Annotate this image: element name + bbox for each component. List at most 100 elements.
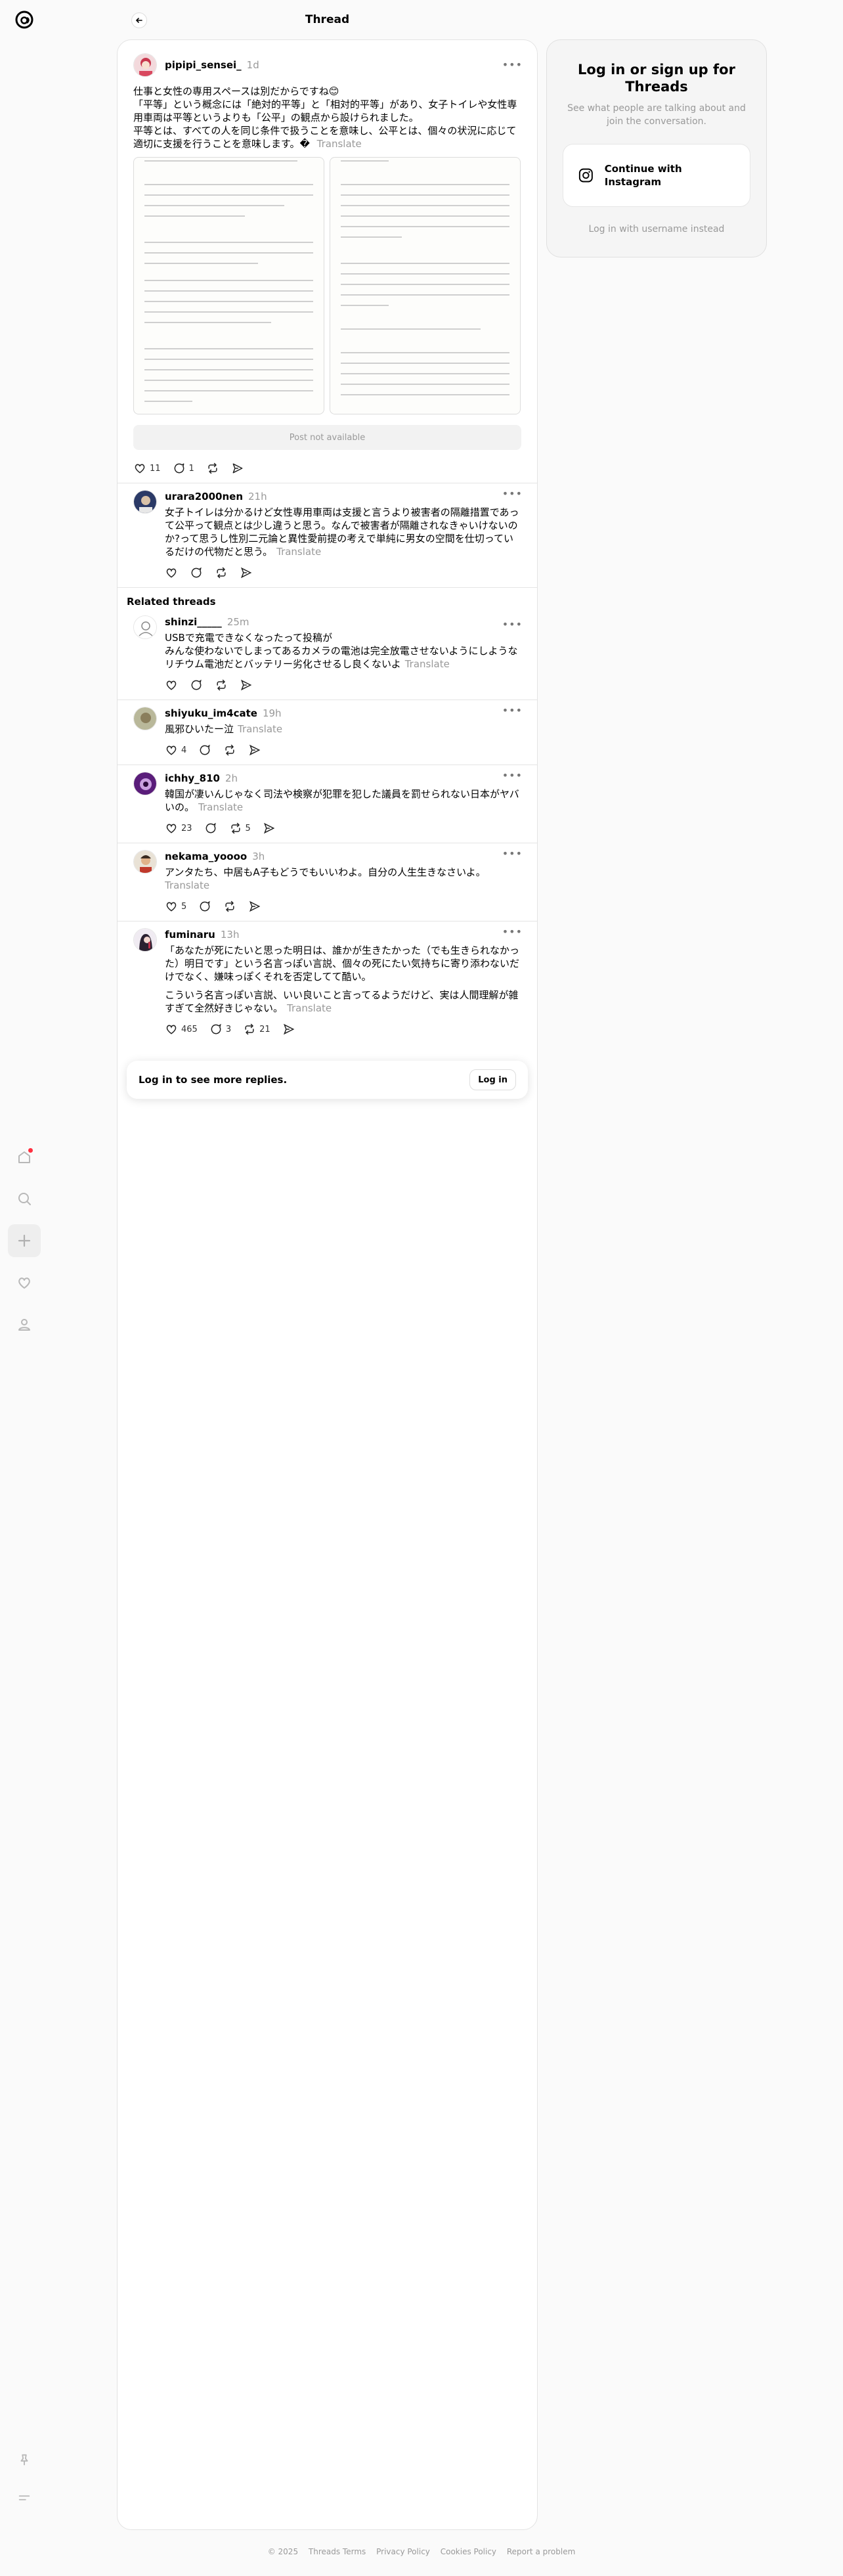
repost-button[interactable] (215, 678, 228, 692)
post-text-line: 「あなたが死にたいと思った明日は、誰かが生きたかった（でも生きられなかっ (165, 944, 520, 956)
heart-icon (166, 824, 177, 833)
reply-button[interactable]: 1 (173, 462, 194, 475)
reply-button[interactable] (204, 822, 217, 835)
translate-link[interactable]: Translate (238, 723, 282, 735)
nav-profile[interactable] (8, 1308, 41, 1341)
more-icon[interactable]: ••• (502, 58, 523, 71)
repost-button[interactable]: 5 (229, 822, 251, 835)
repost-button[interactable] (223, 900, 236, 913)
post-username[interactable]: pipipi_sensei_ (165, 59, 242, 71)
login-panel-title: Log in or sign up for Threads (578, 62, 735, 95)
post-username[interactable]: nekama_yoooo (165, 851, 247, 862)
repost-icon (217, 567, 226, 579)
post-time[interactable]: 2h (225, 772, 238, 784)
post-time[interactable]: 3h (252, 851, 265, 862)
login-button[interactable]: Log in (469, 1069, 516, 1090)
post-text-line: か?って思うし性別二元論と異性愛前提の考えで単純に男女の空間を仕切ってい (165, 533, 514, 544)
nav-pinned[interactable] (8, 2443, 41, 2476)
nav-search[interactable] (8, 1182, 41, 1215)
repost-button[interactable] (215, 566, 228, 579)
reply-button[interactable] (190, 678, 203, 692)
like-button[interactable] (165, 566, 178, 579)
reply-count: 3 (225, 1024, 232, 1034)
repost-button[interactable] (223, 744, 236, 757)
more-icon[interactable]: ••• (502, 704, 523, 717)
reply-button[interactable]: 3 (209, 1023, 231, 1036)
post-username[interactable]: shiyuku_im4cate (165, 707, 257, 719)
avatar[interactable] (133, 850, 157, 874)
post-time[interactable]: 1d (247, 59, 259, 71)
repost-icon (208, 462, 217, 474)
more-icon[interactable]: ••• (502, 847, 523, 860)
translate-link[interactable]: Translate (317, 138, 362, 150)
menu-icon (18, 2495, 30, 2500)
post-username[interactable]: urara2000nen (165, 491, 243, 502)
like-button[interactable] (165, 678, 178, 692)
comment-icon (211, 1023, 221, 1034)
send-icon (232, 463, 243, 474)
more-icon[interactable]: ••• (502, 925, 523, 938)
translate-link[interactable]: Translate (287, 1002, 332, 1014)
post-time[interactable]: 19h (263, 707, 282, 719)
nav-create[interactable] (8, 1224, 41, 1257)
footer-report-link[interactable]: Report a problem (507, 2547, 575, 2556)
like-button[interactable]: 23 (165, 822, 192, 835)
avatar[interactable] (133, 707, 157, 730)
login-username-link[interactable]: Log in with username instead (563, 224, 750, 234)
share-button[interactable] (263, 822, 276, 835)
avatar[interactable] (133, 53, 157, 77)
send-icon (240, 679, 252, 691)
repost-button[interactable] (206, 462, 219, 475)
avatar[interactable] (133, 772, 157, 795)
reply-button[interactable] (198, 900, 211, 913)
back-button[interactable] (131, 12, 147, 28)
like-button[interactable]: 4 (165, 744, 186, 757)
share-button[interactable] (248, 744, 261, 757)
reply-button[interactable] (190, 566, 203, 579)
login-prompt: Log in to see more replies. Log in (127, 1061, 528, 1099)
nav-menu[interactable] (8, 2481, 41, 2514)
avatar[interactable] (133, 615, 157, 639)
translate-link[interactable]: Translate (276, 546, 321, 558)
like-button[interactable]: 11 (133, 462, 161, 475)
share-button[interactable] (240, 566, 253, 579)
like-button[interactable]: 5 (165, 900, 186, 913)
share-button[interactable] (240, 678, 253, 692)
footer-terms-link[interactable]: Threads Terms (309, 2547, 366, 2556)
nav-home[interactable] (8, 1141, 41, 1174)
arrow-left-icon (135, 18, 142, 23)
post-text-line: すぎて全然好きじゃない。 (165, 1002, 284, 1014)
threads-logo-icon[interactable] (12, 8, 36, 32)
avatar[interactable] (133, 490, 157, 514)
post-actions: 11 1 (133, 454, 521, 483)
post-username[interactable]: shinzi_____ (165, 616, 222, 628)
post-time[interactable]: 25m (227, 616, 249, 628)
post-not-available: Post not available (133, 425, 521, 450)
document-image[interactable] (133, 157, 324, 414)
post-username[interactable]: fuminaru (165, 929, 215, 941)
share-button[interactable] (248, 900, 261, 913)
reply-button[interactable] (198, 744, 211, 757)
translate-link[interactable]: Translate (405, 658, 450, 670)
share-button[interactable] (282, 1023, 295, 1036)
nav-activity[interactable] (8, 1266, 41, 1299)
post-time[interactable]: 13h (221, 929, 240, 941)
more-icon[interactable]: ••• (502, 487, 523, 500)
footer-privacy-link[interactable]: Privacy Policy (376, 2547, 430, 2556)
more-icon[interactable]: ••• (502, 769, 523, 782)
comment-icon (205, 822, 216, 833)
repost-button[interactable]: 21 (243, 1023, 270, 1036)
post-username[interactable]: ichhy_810 (165, 772, 220, 784)
continue-with-instagram-button[interactable]: Continue with Instagram (563, 144, 750, 207)
avatar[interactable] (133, 928, 157, 952)
more-icon[interactable]: ••• (502, 618, 523, 631)
post-text-line: 「平等」という概念には「絶対的平等」と「相対的平等」があり、女子トイレや女性専 (133, 99, 517, 110)
translate-link[interactable]: Translate (198, 801, 243, 813)
share-button[interactable] (231, 462, 244, 475)
document-image[interactable] (330, 157, 521, 414)
like-button[interactable]: 465 (165, 1023, 198, 1036)
footer-cookies-link[interactable]: Cookies Policy (441, 2547, 496, 2556)
post-time[interactable]: 21h (248, 491, 267, 502)
heart-icon (135, 464, 145, 474)
translate-link[interactable]: Translate (165, 879, 209, 891)
